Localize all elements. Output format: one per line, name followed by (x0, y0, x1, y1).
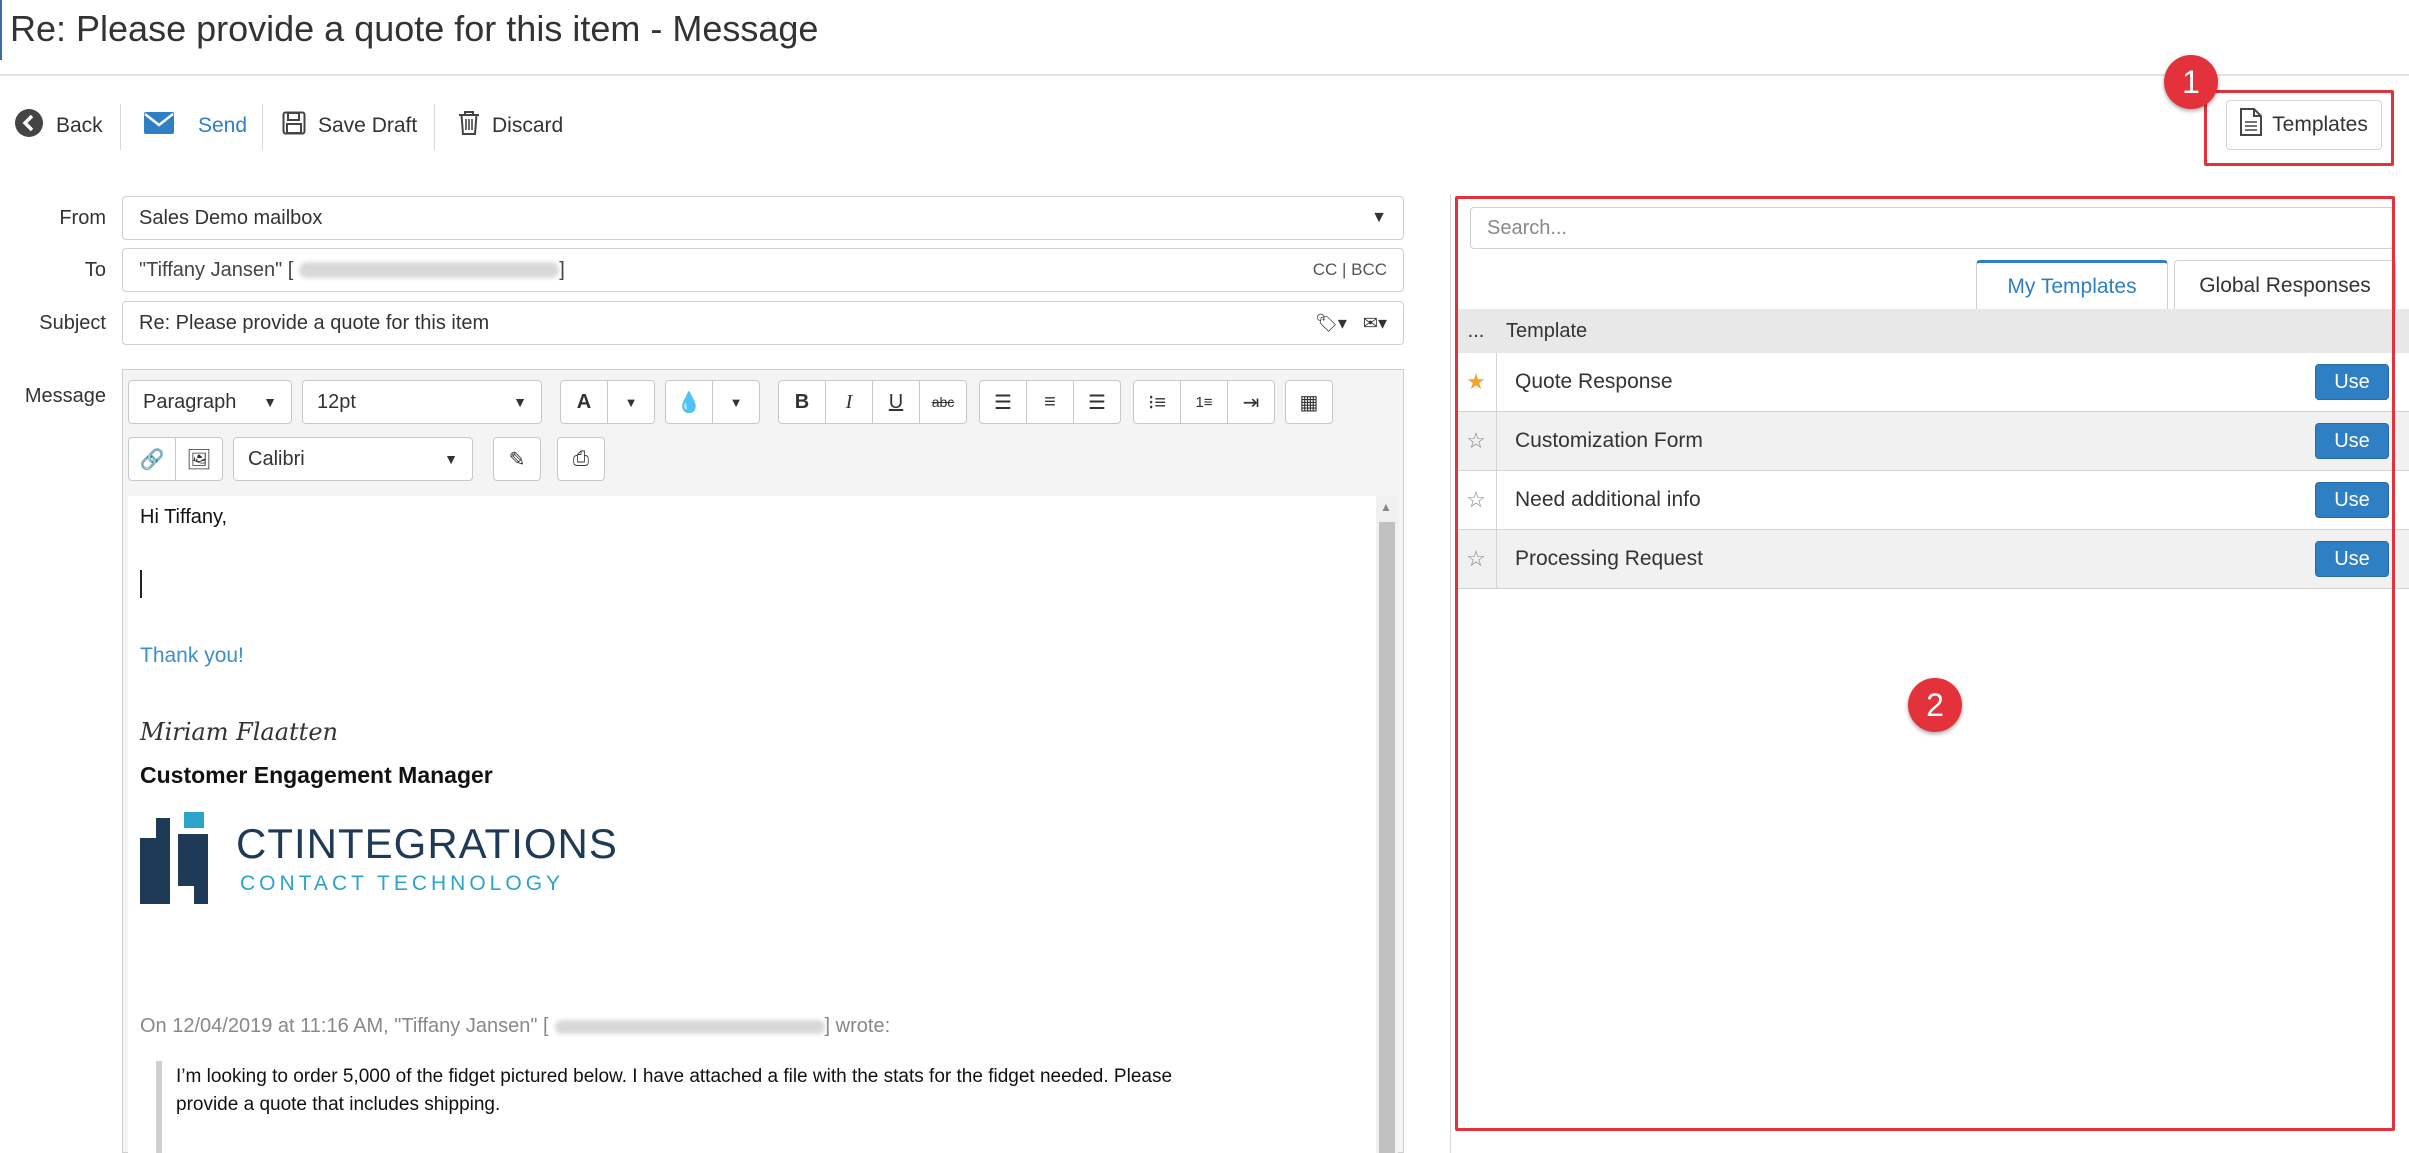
discard-button[interactable]: Discard (458, 104, 563, 148)
signature-title: Customer Engagement Manager (140, 762, 493, 788)
logo-tagline: CONTACT TECHNOLOGY (240, 872, 565, 895)
redacted-email (299, 262, 560, 279)
from-value: Sales Demo mailbox (139, 206, 323, 229)
align-right-icon[interactable]: ☰ (1073, 380, 1121, 424)
table-icon[interactable]: ▦ (1285, 380, 1333, 424)
editor-toolbar-row-2: 🔗 🖼 Calibri ▼ ✎ ⎙ (128, 437, 605, 481)
link-icon[interactable]: 🔗 (128, 437, 176, 481)
subject-field[interactable]: Re: Please provide a quote for this item… (122, 301, 1404, 345)
title-accent-bar (0, 0, 2, 60)
font-size-select[interactable]: 12pt ▼ (302, 380, 542, 424)
send-button[interactable]: Send (144, 104, 247, 148)
send-label: Send (198, 114, 248, 137)
company-logo: CTINTEGRATIONS CONTACT TECHNOLOGY (140, 812, 617, 904)
message-label: Message (24, 385, 106, 407)
save-draft-label: Save Draft (318, 114, 418, 137)
discard-label: Discard (492, 114, 564, 137)
scroll-up-icon[interactable]: ▲ (1380, 500, 1392, 514)
tag-icon[interactable]: 🏷▾ (1315, 313, 1347, 334)
highlight-dropdown[interactable]: ▼ (712, 380, 760, 424)
annotation-badge-1: 1 (2164, 55, 2218, 109)
annotation-box-2 (1455, 196, 2395, 1131)
signature-name: Miriam Flaatten (140, 718, 338, 746)
envelope-icon (144, 112, 174, 140)
logo-mark (140, 812, 208, 904)
quote-header: On 12/04/2019 at 11:16 AM, "Tiffany Jans… (140, 1015, 891, 1037)
from-label: From (59, 207, 106, 229)
image-icon[interactable]: 🖼 (175, 437, 223, 481)
paragraph-format-select[interactable]: Paragraph ▼ (128, 380, 292, 424)
toolbar-divider (262, 104, 263, 150)
save-icon (282, 111, 306, 141)
toolbar-divider (434, 104, 435, 150)
back-button[interactable]: Back (14, 104, 103, 148)
font-color-dropdown[interactable]: ▼ (607, 380, 655, 424)
save-draft-button[interactable]: Save Draft (282, 104, 417, 148)
caret-down-icon: ▼ (1371, 209, 1387, 226)
templates-label: Templates (2272, 113, 2368, 136)
quote-line-2: provide a quote that includes shipping. (176, 1094, 501, 1115)
bold-icon[interactable]: B (778, 380, 826, 424)
caret-down-icon: ▼ (444, 451, 458, 467)
trash-icon (458, 110, 480, 142)
greeting-text: Hi Tiffany, (140, 506, 228, 528)
back-icon (14, 108, 44, 144)
to-value: "Tiffany Jansen" [] (139, 258, 565, 281)
caret-down-icon: ▼ (263, 394, 277, 410)
to-label: To (84, 259, 106, 281)
font-color-icon[interactable]: A (560, 380, 608, 424)
align-left-icon[interactable]: ☰ (979, 380, 1027, 424)
page-title: Re: Please provide a quote for this item… (10, 8, 819, 49)
mail-options-icon[interactable]: ✉▾ (1363, 313, 1387, 334)
annotation-badge-2: 2 (1908, 678, 1962, 732)
quote-bar (156, 1061, 162, 1153)
underline-icon[interactable]: U (872, 380, 920, 424)
italic-icon[interactable]: I (825, 380, 873, 424)
cc-bcc-link[interactable]: CC | BCC (1313, 260, 1387, 280)
document-icon (2240, 108, 2263, 142)
numbered-list-icon[interactable]: 1≡ (1180, 380, 1228, 424)
highlight-icon[interactable]: 💧 (665, 380, 713, 424)
from-select[interactable]: Sales Demo mailbox ▼ (122, 196, 1404, 240)
pen-icon[interactable]: ✎ (493, 437, 541, 481)
message-body[interactable]: Hi Tiffany, Thank you! Miriam Flaatten C… (128, 496, 1378, 1153)
back-label: Back (56, 114, 103, 137)
indent-icon[interactable]: ⇥ (1227, 380, 1275, 424)
align-center-icon[interactable]: ≡ (1026, 380, 1074, 424)
subject-actions: 🏷▾ ✉▾ (1315, 313, 1387, 334)
editor-toolbar-row-1: Paragraph ▼ 12pt ▼ A ▼ 💧 ▼ B I U abc ☰ ≡ ☰… (128, 380, 1333, 424)
logo-name: CTINTEGRATIONS (236, 820, 618, 867)
subject-value: Re: Please provide a quote for this item (139, 311, 490, 334)
print-icon[interactable]: ⎙ (557, 437, 605, 481)
to-field[interactable]: "Tiffany Jansen" [] CC | BCC (122, 248, 1404, 292)
bullet-list-icon[interactable]: ⁝≡ (1133, 380, 1181, 424)
font-family-select[interactable]: Calibri ▼ (233, 437, 473, 481)
thanks-text: Thank you! (140, 644, 244, 667)
redacted-email (554, 1019, 825, 1034)
title-divider (0, 74, 2409, 76)
caret-down-icon: ▼ (513, 394, 527, 410)
text-cursor (140, 570, 142, 598)
toolbar-divider (120, 104, 121, 150)
strikethrough-icon[interactable]: abc (919, 380, 967, 424)
quote-line-1: I’m looking to order 5,000 of the fidget… (176, 1066, 1173, 1087)
editor-scrollbar-thumb[interactable] (1379, 522, 1395, 1153)
templates-button[interactable]: Templates (2226, 100, 2382, 150)
subject-label: Subject (39, 312, 106, 334)
